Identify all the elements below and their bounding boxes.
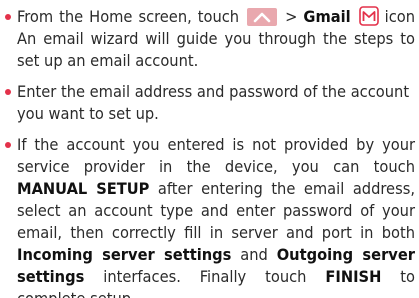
bullet-text: and [240,245,268,264]
bullet-item-manual-setup: If the account you entered is not provid… [5,134,415,298]
gmail-label: Gmail [303,7,351,26]
bullet-dot [5,142,11,148]
finish-label: FINISH [325,267,382,286]
bullet-dot [5,89,11,95]
manual-setup-label: MANUAL SETUP [17,179,150,198]
bullet-text: Enter the email address and password of … [17,82,410,123]
instructions-page: From the Home screen, touch > Gmail icon… [0,0,419,298]
bullet-item-enter-credentials: Enter the email address and password of … [5,81,415,125]
incoming-server-settings-label: Incoming server settings [17,245,232,264]
bullet-text: From the Home screen, touch [17,7,240,26]
gt-symbol: > [285,7,298,26]
launcher-chevron-up-icon [247,8,278,26]
bullet-item-open-gmail: From the Home screen, touch > Gmail icon… [5,6,415,72]
gmail-envelope-icon [358,6,379,26]
bullet-dot [5,14,11,20]
bullet-text: If the account you entered is not provid… [17,135,415,176]
bullet-text: interfaces. Finally touch [103,267,307,286]
